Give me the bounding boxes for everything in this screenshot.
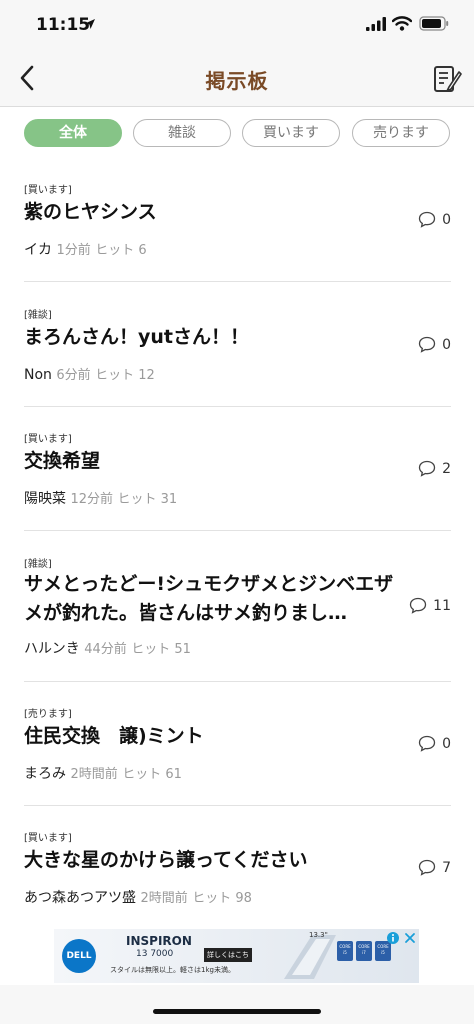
comment-count: 0 <box>418 735 451 752</box>
filter-chip-buying[interactable]: 買います <box>242 119 340 147</box>
ad-tagline: スタイルは無限以上。軽さは1kg未満。 <box>110 966 235 974</box>
post-hits: ヒット 12 <box>95 368 155 383</box>
post-title: サメとったどー!シュモクザメとジンベエザメが釣れた。皆さんはサメ釣りまし… <box>24 573 394 624</box>
ad-chip-badge: CORE i5 <box>377 944 389 955</box>
post-title: 住民交換 譲)ミント <box>24 725 204 747</box>
comment-count-value: 0 <box>442 211 451 228</box>
ad-screen-size: 13.3" <box>309 931 328 939</box>
comment-count: 11 <box>409 597 451 614</box>
comment-count: 7 <box>418 859 451 876</box>
post-list-item[interactable]: [雑談] サメとったどー!シュモクザメとジンベエザメが釣れた。皆さんはサメ釣りま… <box>24 531 451 682</box>
ad-chip-badge: CORE i5 <box>339 944 351 955</box>
ad-product-model: 13 7000 <box>136 949 174 959</box>
post-category: [買います] <box>24 833 72 844</box>
post-hits: ヒット 31 <box>117 492 178 507</box>
post-meta: Non 6分前 ヒット 12 <box>24 364 155 383</box>
ad-close-icon[interactable] <box>403 931 417 945</box>
post-title: 紫のヒヤシンス <box>24 201 157 223</box>
comment-bubble-icon <box>410 597 427 614</box>
category-filter-bar: 全体 雑談 買います 売ります <box>0 107 474 159</box>
comment-count-value: 2 <box>442 460 451 477</box>
dell-logo: DELL <box>62 939 96 973</box>
comment-count: 0 <box>418 336 451 353</box>
post-list-item[interactable]: [買います] 交換希望 陽映菜 12分前 ヒット 31 2 <box>24 407 451 531</box>
ad-product-name: INSPIRON <box>126 934 192 948</box>
comment-bubble-icon <box>418 859 436 876</box>
post-time: 44分前 <box>84 642 127 657</box>
page-title: 掲示板 <box>205 69 269 93</box>
comment-bubble-icon <box>418 735 436 752</box>
post-list-item[interactable]: [買います] 大きな星のかけら譲ってください あつ森あつアツ盛 2時間前 ヒット… <box>24 806 451 924</box>
post-meta: ハルンき 44分前 ヒット 51 <box>24 638 191 658</box>
comment-count-value: 11 <box>433 597 451 614</box>
post-time: 2時間前 <box>140 891 188 906</box>
comment-bubble-icon <box>418 460 436 477</box>
post-author: イカ <box>24 242 52 258</box>
bottom-safe-area <box>0 985 474 1024</box>
filter-chip-all[interactable]: 全体 <box>24 119 122 147</box>
ad-chip-badge: CORE i7 <box>358 944 370 955</box>
comment-count: 0 <box>418 211 451 228</box>
post-title: まろんさん！yutさん！！ <box>24 326 249 348</box>
home-indicator[interactable] <box>153 1009 321 1014</box>
comment-count-value: 7 <box>442 859 451 876</box>
post-category: [売ります] <box>24 709 72 720</box>
post-meta: まろみ 2時間前 ヒット 61 <box>24 763 182 783</box>
location-arrow-icon <box>85 19 95 29</box>
comment-count: 2 <box>418 460 451 477</box>
post-list-item[interactable]: [雑談] まろんさん！yutさん！！ Non 6分前 ヒット 12 0 <box>24 282 451 407</box>
comment-count-value: 0 <box>442 735 451 752</box>
compose-note-icon[interactable] <box>432 63 462 95</box>
post-author: あつ森あつアツ盛 <box>24 890 136 906</box>
wifi-icon <box>392 16 412 31</box>
status-time: 11:15 <box>36 15 91 35</box>
post-category: [買います] <box>24 185 72 196</box>
post-hits: ヒット 98 <box>192 891 252 906</box>
ad-info-icon[interactable] <box>386 931 400 945</box>
post-title: 大きな星のかけら譲ってください <box>24 849 308 871</box>
post-list-item[interactable]: [買います] 紫のヒヤシンス イカ 1分前 ヒット 6 0 <box>24 160 451 282</box>
post-hits: ヒット 6 <box>95 243 147 258</box>
comment-count-value: 0 <box>442 336 451 353</box>
post-list-item[interactable]: [売ります] 住民交換 譲)ミント まろみ 2時間前 ヒット 61 0 <box>24 682 451 806</box>
post-time: 2時間前 <box>70 767 118 782</box>
battery-icon <box>419 16 449 31</box>
post-meta: あつ森あつアツ盛 2時間前 ヒット 98 <box>24 887 252 907</box>
post-author: 陽映菜 <box>24 491 66 507</box>
cellular-signal-icon <box>366 17 386 31</box>
post-time: 6分前 <box>56 368 91 383</box>
navigation-bar: 掲示板 <box>0 50 474 107</box>
post-meta: 陽映菜 12分前 ヒット 31 <box>24 488 177 508</box>
post-meta: イカ 1分前 ヒット 6 <box>24 239 147 259</box>
post-author: まろみ <box>24 766 66 782</box>
post-category: [雑談] <box>24 310 52 321</box>
comment-bubble-icon <box>418 336 436 353</box>
filter-chip-selling[interactable]: 売ります <box>352 119 450 147</box>
post-hits: ヒット 61 <box>122 767 182 782</box>
post-author: ハルンき <box>24 641 80 657</box>
ad-cta-button[interactable]: 詳しくはこちら <box>204 948 252 973</box>
post-time: 1分前 <box>56 243 91 258</box>
post-hits: ヒット 51 <box>131 642 191 657</box>
advertisement-banner[interactable]: DELL INSPIRON 13 7000 詳しくはこちら スタイルは無限以上。… <box>54 929 419 983</box>
post-title: 交換希望 <box>24 450 101 472</box>
post-category: [雑談] <box>24 559 52 570</box>
post-time: 12分前 <box>70 492 113 507</box>
status-bar: 11:15 <box>0 0 474 50</box>
post-author: Non <box>24 367 52 383</box>
filter-chip-chat[interactable]: 雑談 <box>133 119 231 147</box>
comment-bubble-icon <box>418 211 436 228</box>
post-category: [買います] <box>24 434 72 445</box>
